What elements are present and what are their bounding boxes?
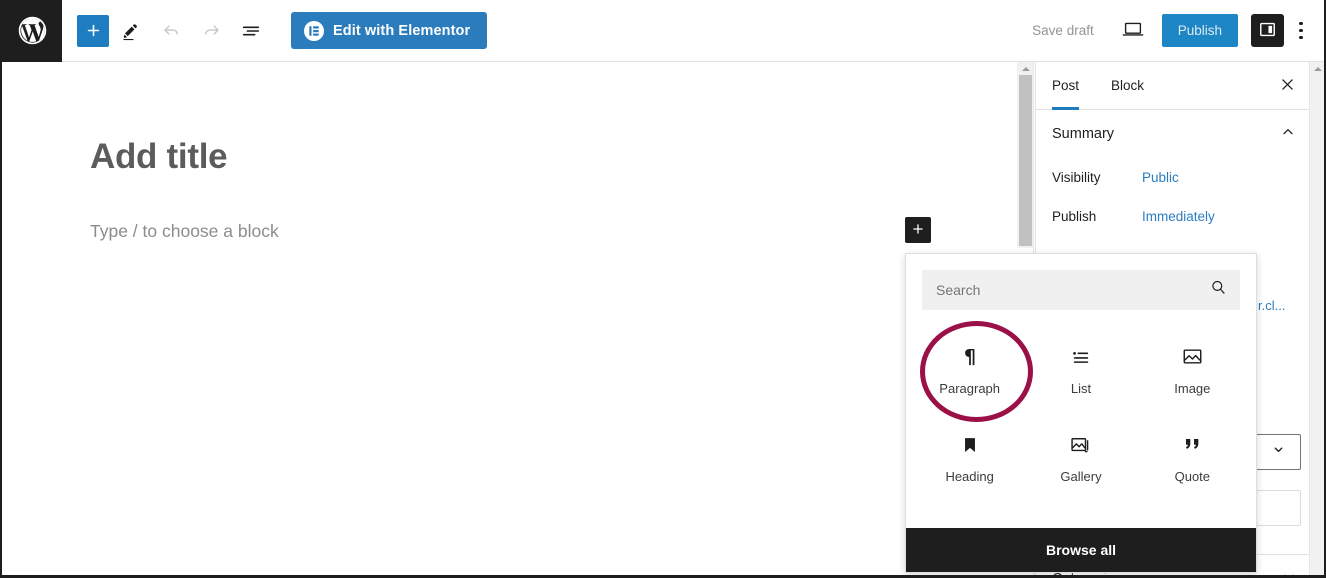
chevron-down-icon[interactable] xyxy=(1281,569,1297,575)
document-overview-button[interactable] xyxy=(233,13,269,49)
undo-button[interactable] xyxy=(153,13,189,49)
gallery-stacked-images-icon xyxy=(1069,433,1092,457)
permalink-truncated-link[interactable]: r.cl... xyxy=(1258,298,1285,313)
magnifier-search-icon xyxy=(1209,278,1228,302)
publish-button[interactable]: Publish xyxy=(1161,14,1238,47)
chevron-up-icon[interactable] xyxy=(1280,124,1296,145)
visibility-value-button[interactable]: Public xyxy=(1142,170,1179,185)
toolbar-right-group: Save draft Publish xyxy=(1020,13,1324,49)
sidebar-text-field[interactable] xyxy=(1255,490,1301,526)
plus-icon xyxy=(911,222,925,239)
inserter-search-box[interactable] xyxy=(922,270,1240,310)
sidebar-tab-bar: Post Block xyxy=(1036,62,1312,110)
summary-section-title: Summary xyxy=(1052,126,1115,142)
preview-button[interactable] xyxy=(1112,13,1154,49)
bulleted-list-icon xyxy=(1070,345,1092,369)
redo-button[interactable] xyxy=(193,13,229,49)
edit-with-elementor-label: Edit with Elementor xyxy=(333,22,471,39)
tools-edit-button[interactable] xyxy=(113,13,149,49)
block-item-heading[interactable]: Heading xyxy=(914,414,1025,502)
pencil-edit-icon xyxy=(121,21,141,41)
redo-arrow-icon xyxy=(201,20,222,41)
toolbar-left-group: Edit with Elementor xyxy=(62,12,488,49)
wordpress-logo-button[interactable] xyxy=(2,0,62,62)
kebab-menu-icon xyxy=(1299,21,1303,40)
wordpress-block-editor: Edit with Elementor Save draft Publish A… xyxy=(0,0,1326,578)
visibility-label: Visibility xyxy=(1052,170,1101,185)
inserter-search-wrapper xyxy=(906,254,1256,310)
inline-block-appender-button[interactable] xyxy=(905,217,931,243)
elementor-logo-icon xyxy=(304,20,324,41)
laptop-preview-icon xyxy=(1121,17,1145,44)
scroll-up-arrow-icon[interactable] xyxy=(1017,62,1034,75)
block-label: Quote xyxy=(1174,468,1211,484)
canvas-scrollbar[interactable] xyxy=(1017,62,1034,248)
canvas-scrollbar-thumb[interactable] xyxy=(1019,75,1032,246)
editor-toolbar: Edit with Elementor Save draft Publish xyxy=(2,0,1324,62)
quote-marks-icon xyxy=(1181,433,1204,457)
block-label: Image xyxy=(1174,380,1211,396)
paragraph-pilcrow-icon: ¶ xyxy=(959,345,981,369)
editor-canvas[interactable]: Add title Type / to choose a block xyxy=(2,62,1017,575)
block-label: Gallery xyxy=(1060,468,1102,484)
block-inserter-popover: ¶ Paragraph List xyxy=(905,253,1257,573)
scroll-up-arrow-icon[interactable] xyxy=(1310,62,1324,76)
plus-icon xyxy=(85,22,102,39)
search-input[interactable] xyxy=(936,282,1209,298)
close-sidebar-button[interactable] xyxy=(1270,69,1304,103)
chevron-down-icon xyxy=(1272,443,1285,461)
settings-sidebar-toggle[interactable] xyxy=(1251,14,1284,47)
summary-row-visibility: Visibility Public xyxy=(1036,158,1312,197)
block-label: Heading xyxy=(945,468,994,484)
publish-label: Publish xyxy=(1052,209,1097,224)
save-draft-button[interactable]: Save draft xyxy=(1020,15,1106,46)
close-x-icon xyxy=(1279,76,1296,96)
default-block-placeholder[interactable]: Type / to choose a block xyxy=(90,221,279,242)
image-picture-icon xyxy=(1181,345,1204,369)
block-item-quote[interactable]: Quote xyxy=(1137,414,1248,502)
summary-section-header[interactable]: Summary xyxy=(1036,110,1312,158)
options-menu-button[interactable] xyxy=(1286,14,1316,48)
page-scrollbar[interactable] xyxy=(1309,62,1324,575)
post-title-field[interactable]: Add title xyxy=(90,137,228,177)
sidebar-select-control[interactable] xyxy=(1255,434,1301,470)
sidebar-panel-icon xyxy=(1258,20,1277,42)
add-block-button[interactable] xyxy=(77,14,109,47)
block-label: Paragraph xyxy=(939,380,1001,396)
block-item-list[interactable]: List xyxy=(1025,326,1136,414)
document-outline-icon xyxy=(240,20,262,42)
inserter-block-grid: ¶ Paragraph List Image Heading Gallery Q… xyxy=(906,310,1256,506)
tab-block[interactable]: Block xyxy=(1095,62,1160,109)
heading-bookmark-icon xyxy=(959,433,981,457)
block-item-paragraph[interactable]: ¶ Paragraph xyxy=(914,326,1025,414)
browse-all-button[interactable]: Browse all xyxy=(906,528,1256,572)
block-item-image[interactable]: Image xyxy=(1137,326,1248,414)
undo-arrow-icon xyxy=(161,20,182,41)
block-item-gallery[interactable]: Gallery xyxy=(1025,414,1136,502)
wordpress-logo-icon xyxy=(16,14,49,47)
tab-post[interactable]: Post xyxy=(1036,62,1095,110)
summary-row-publish: Publish Immediately xyxy=(1036,197,1312,236)
edit-with-elementor-button[interactable]: Edit with Elementor xyxy=(291,12,488,49)
publish-value-button[interactable]: Immediately xyxy=(1142,209,1215,224)
block-label: List xyxy=(1070,380,1092,396)
svg-text:¶: ¶ xyxy=(964,346,976,368)
